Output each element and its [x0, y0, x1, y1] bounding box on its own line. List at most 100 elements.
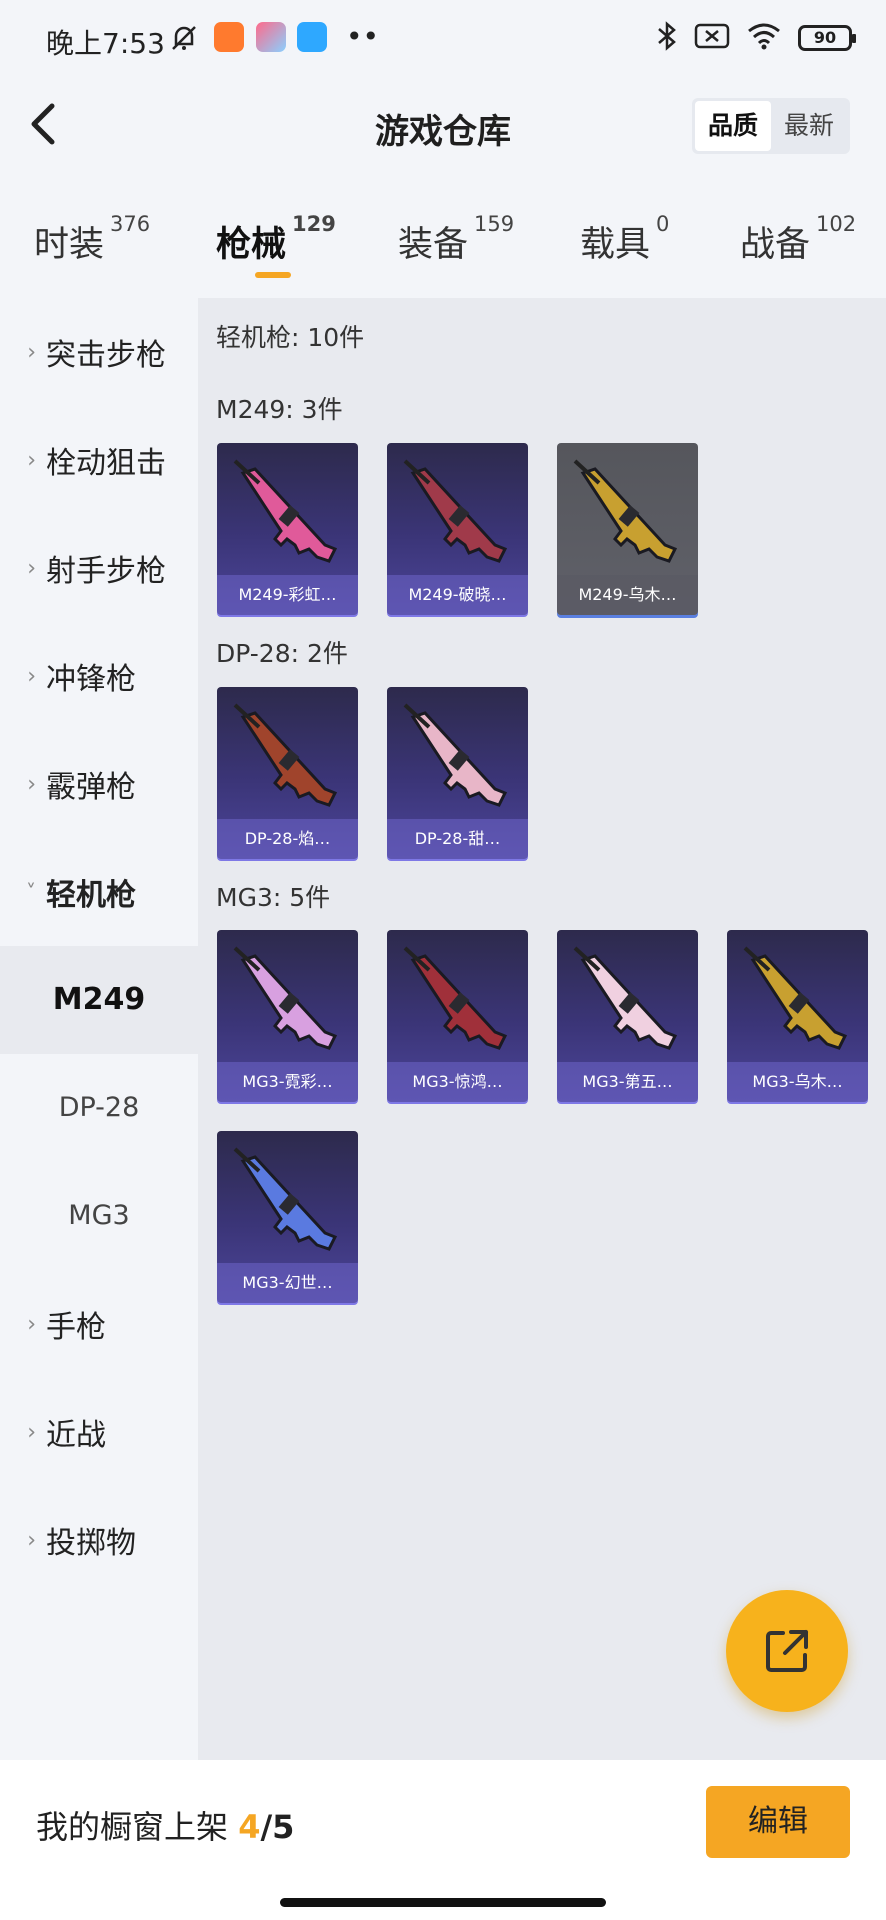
- sidebar-subitem-m249[interactable]: M249: [0, 946, 198, 1054]
- sidebar-item-label: 射手步枪: [46, 554, 166, 589]
- chat-app-icon: [297, 22, 327, 52]
- sort-option-quality[interactable]: 品质: [695, 101, 771, 151]
- skin-name: M249-乌木…: [557, 575, 698, 615]
- tab-tactical[interactable]: 战备102: [740, 212, 856, 267]
- chevron-right-icon: ›: [27, 339, 36, 365]
- sidebar-item-bolt-sniper[interactable]: › 栓动狙击: [0, 406, 198, 514]
- bottom-bar: 我的橱窗上架 4/5 编辑: [0, 1760, 886, 1920]
- sort-toggle[interactable]: 品质 最新: [692, 98, 850, 154]
- tab-label: 战备: [740, 225, 811, 265]
- sidebar-item-assault-rifle[interactable]: › 突击步枪: [0, 298, 198, 406]
- skin-name: M249-彩虹…: [217, 575, 358, 615]
- sidebar-subitem-mg3[interactable]: MG3: [0, 1162, 198, 1270]
- gun-skin-image: [403, 946, 508, 1050]
- sidebar-item-shotgun[interactable]: › 霰弹枪: [0, 730, 198, 838]
- chevron-right-icon: ›: [27, 447, 36, 473]
- sidebar-item-marksman-rifle[interactable]: › 射手步枪: [0, 514, 198, 622]
- skin-card[interactable]: M249-彩虹…: [217, 443, 358, 615]
- weapon-type-sidebar: › 突击步枪 › 栓动狙击 › 射手步枪 › 冲锋枪 › 霰弹枪 ˅ 轻机枪 M249 DP…: [0, 298, 198, 1760]
- gun-skin-image: [233, 459, 338, 563]
- chevron-right-icon: ›: [27, 1419, 36, 1445]
- more-dots-icon: ••: [346, 20, 380, 53]
- group-title: M249: 3件: [216, 395, 343, 424]
- sidebar-subitem-dp28[interactable]: DP-28: [0, 1054, 198, 1162]
- sim-x-icon: [694, 21, 730, 55]
- edit-button[interactable]: 编辑: [706, 1786, 850, 1858]
- skin-name: MG3-惊鸿…: [387, 1062, 528, 1102]
- header: 游戏仓库 品质 最新: [0, 78, 886, 174]
- skin-name: MG3-霓彩…: [217, 1062, 358, 1102]
- skin-card[interactable]: MG3-第五…: [557, 930, 698, 1102]
- sidebar-item-smg[interactable]: › 冲锋枪: [0, 622, 198, 730]
- wifi-icon: [746, 21, 782, 55]
- tab-label: 装备: [398, 225, 469, 265]
- sidebar-item-label: 近战: [46, 1418, 106, 1453]
- battery-icon: 90: [798, 25, 856, 51]
- sidebar-item-label: 霰弹枪: [46, 770, 136, 805]
- tab-count: 376: [110, 212, 151, 236]
- skin-name: M249-破晓…: [387, 575, 528, 615]
- inventory-grid: 轻机枪: 10件 M249: 3件 M249-彩虹… M249-破晓… M249…: [198, 298, 886, 1760]
- sidebar-item-throwable[interactable]: › 投掷物: [0, 1486, 198, 1594]
- game-app-icon: [256, 22, 286, 52]
- skin-name: DP-28-焰…: [217, 819, 358, 859]
- skin-card[interactable]: DP-28-焰…: [217, 687, 358, 859]
- status-bar: 晚上7:53 •• 90: [0, 0, 886, 78]
- chevron-right-icon: ›: [27, 1527, 36, 1553]
- tab-count: 159: [474, 212, 515, 236]
- sidebar-item-label: 轻机枪: [46, 878, 136, 913]
- sidebar-item-pistol[interactable]: › 手枪: [0, 1270, 198, 1378]
- tab-count: 102: [816, 212, 857, 236]
- tab-vehicles[interactable]: 载具0: [580, 212, 669, 267]
- showcase-status: 我的橱窗上架 4/5: [36, 1802, 294, 1848]
- skin-card[interactable]: MG3-乌木…: [727, 930, 868, 1102]
- skin-card[interactable]: M249-破晓…: [387, 443, 528, 615]
- bluetooth-icon: [656, 20, 678, 56]
- skin-card[interactable]: M249-乌木…: [557, 443, 698, 615]
- skin-card[interactable]: MG3-幻世…: [217, 1131, 358, 1303]
- skin-card[interactable]: DP-28-甜…: [387, 687, 528, 859]
- active-tab-indicator: [255, 272, 291, 278]
- gun-skin-image: [573, 459, 678, 563]
- gun-skin-image: [403, 703, 508, 807]
- sidebar-item-label: 栓动狙击: [46, 446, 166, 481]
- chevron-right-icon: ›: [27, 771, 36, 797]
- status-time: 晚上7:53: [46, 27, 165, 60]
- sidebar-item-label: 手枪: [46, 1310, 106, 1345]
- showcase-total: /5: [260, 1808, 295, 1846]
- tab-count: 129: [292, 212, 336, 236]
- share-fab-button[interactable]: [726, 1590, 848, 1712]
- skin-card[interactable]: MG3-惊鸿…: [387, 930, 528, 1102]
- tab-equipment[interactable]: 装备159: [398, 212, 514, 267]
- gun-skin-image: [233, 946, 338, 1050]
- gun-skin-image: [233, 703, 338, 807]
- sidebar-item-lmg[interactable]: ˅ 轻机枪: [0, 838, 198, 946]
- tab-guns[interactable]: 枪械129: [216, 212, 336, 267]
- home-indicator[interactable]: [280, 1898, 606, 1907]
- gun-skin-image: [403, 459, 508, 563]
- skin-card[interactable]: MG3-霓彩…: [217, 930, 358, 1102]
- sidebar-item-melee[interactable]: › 近战: [0, 1378, 198, 1486]
- group-title: MG3: 5件: [216, 883, 331, 912]
- group-title: DP-28: 2件: [216, 639, 348, 668]
- sidebar-item-label: 投掷物: [46, 1526, 136, 1561]
- tab-count: 0: [656, 212, 670, 236]
- skin-name: MG3-乌木…: [727, 1062, 868, 1102]
- showcase-count: 4: [238, 1808, 261, 1846]
- gun-skin-image: [743, 946, 848, 1050]
- sidebar-item-label: 冲锋枪: [46, 662, 136, 697]
- mute-bell-icon: [168, 22, 200, 58]
- tab-label: 载具: [580, 225, 651, 265]
- sidebar-item-label: 突击步枪: [46, 338, 166, 373]
- sort-option-newest[interactable]: 最新: [771, 101, 847, 151]
- tab-fashion[interactable]: 时装376: [34, 212, 150, 267]
- gun-skin-image: [573, 946, 678, 1050]
- tab-label: 枪械: [216, 225, 287, 265]
- skin-name: DP-28-甜…: [387, 819, 528, 859]
- chevron-down-icon: ˅: [26, 880, 36, 904]
- share-external-icon: [766, 1630, 808, 1672]
- skin-name: MG3-幻世…: [217, 1263, 358, 1303]
- showcase-label: 我的橱窗上架: [36, 1808, 229, 1846]
- chevron-right-icon: ›: [27, 663, 36, 689]
- chevron-right-icon: ›: [27, 555, 36, 581]
